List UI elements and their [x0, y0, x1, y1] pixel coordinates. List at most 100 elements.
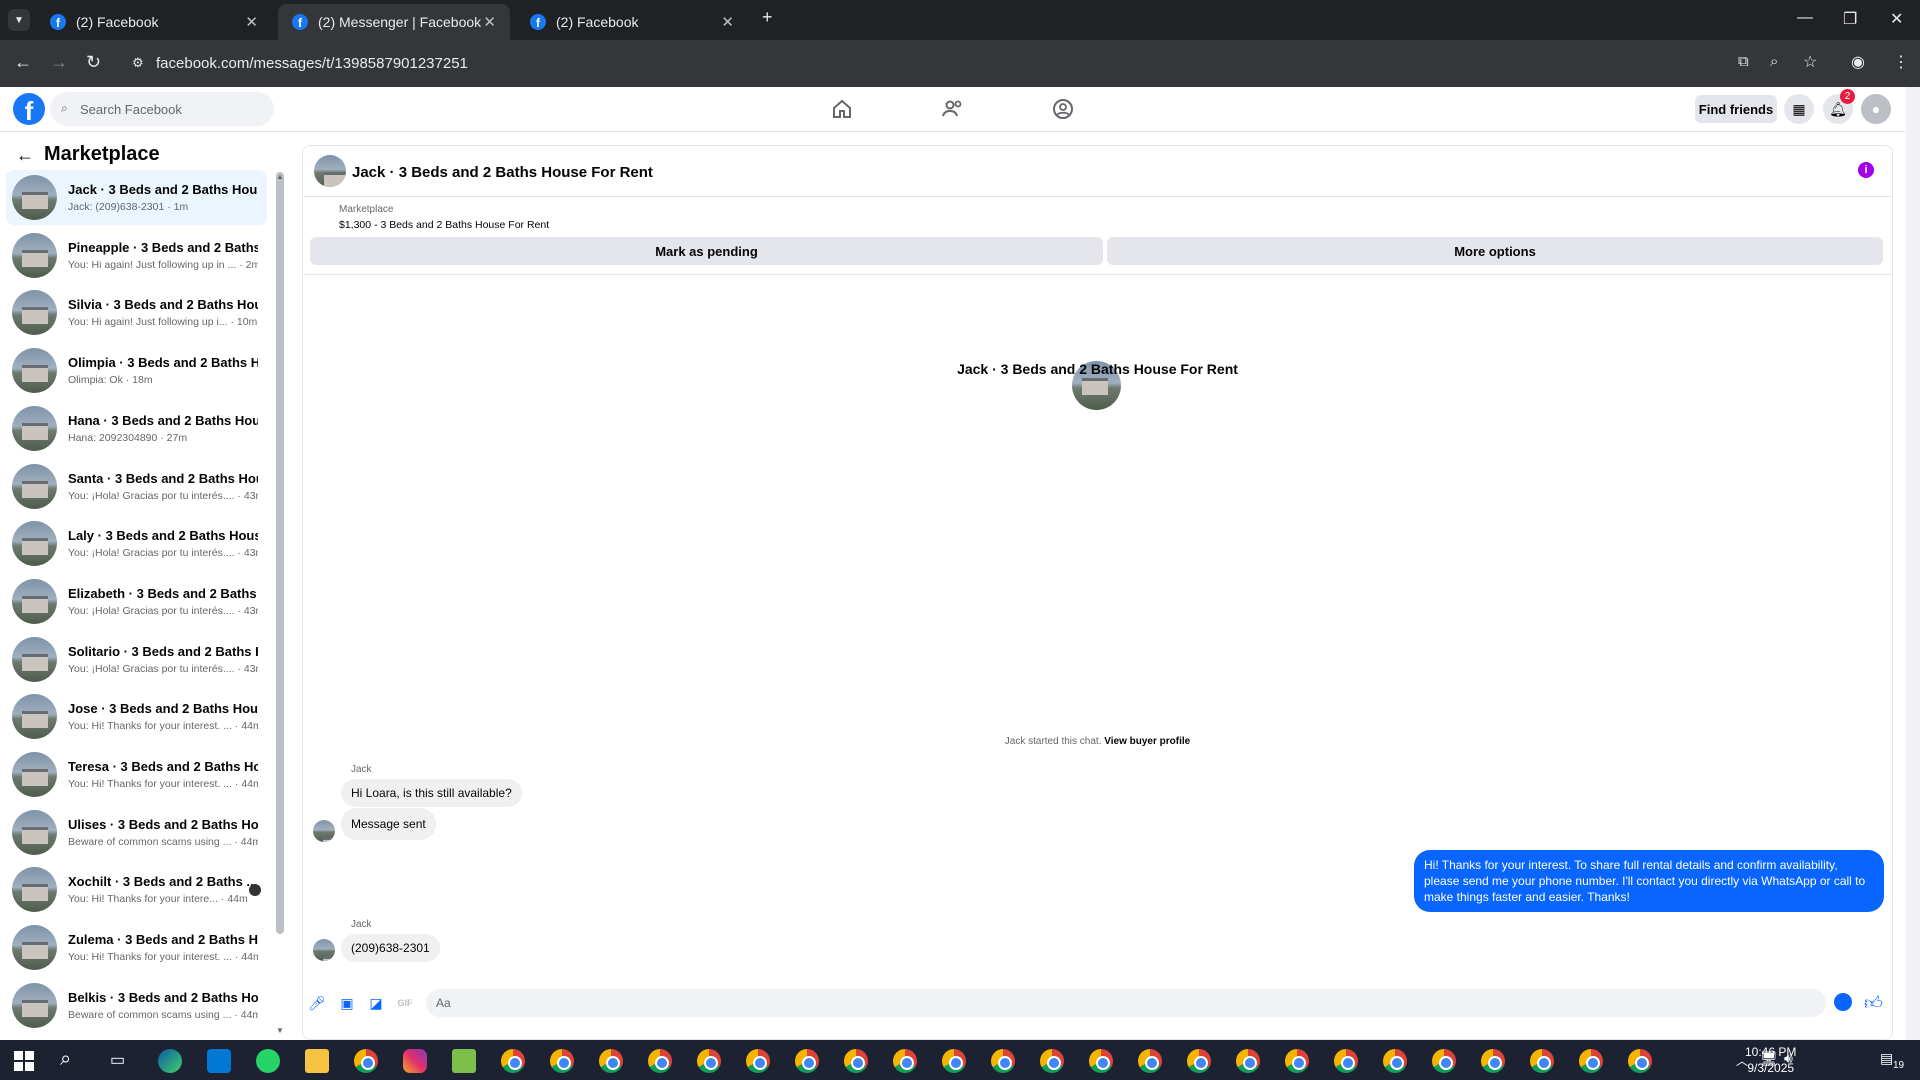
- search-input[interactable]: ⌕ Search Facebook: [50, 92, 274, 126]
- close-tab-icon[interactable]: ✕: [721, 13, 734, 31]
- conversation-item[interactable]: Xochilt · 3 Beds and 2 Baths ... You: Hi!…: [6, 862, 267, 917]
- bookmark-star-icon[interactable]: ☆: [1803, 52, 1817, 72]
- tab-messenger[interactable]: f (2) Messenger | Facebook ✕: [278, 4, 510, 40]
- sender-avatar[interactable]: [313, 820, 335, 842]
- outgoing-message[interactable]: Hi! Thanks for your interest. To share f…: [1414, 850, 1884, 912]
- forward-icon[interactable]: →: [50, 52, 68, 73]
- minimize-window-icon[interactable]: —: [1797, 9, 1813, 27]
- profile-icon[interactable]: ◉: [1851, 52, 1865, 72]
- chrome-profile-icon[interactable]: [1285, 1049, 1309, 1073]
- chrome-profile-icon[interactable]: [746, 1049, 770, 1073]
- chrome-profile-icon[interactable]: [795, 1049, 819, 1073]
- conversation-item[interactable]: Hana · 3 Beds and 2 Baths Hous... Hana: 2…: [6, 401, 267, 456]
- facebook-logo[interactable]: f: [13, 93, 45, 125]
- find-friends-button[interactable]: Find friends: [1695, 95, 1777, 123]
- chrome-profile-icon[interactable]: [550, 1049, 574, 1073]
- chrome-profile-icon[interactable]: [844, 1049, 868, 1073]
- tab-search-icon[interactable]: ▼: [8, 9, 30, 31]
- install-app-icon[interactable]: ⧉: [1738, 53, 1749, 70]
- conversation-scrollbar[interactable]: [276, 172, 284, 934]
- conversation-item[interactable]: Jack · 3 Beds and 2 Baths House... Jack: …: [6, 170, 267, 225]
- menu-grid-icon[interactable]: ▦: [1784, 94, 1814, 124]
- info-icon[interactable]: i: [1858, 162, 1874, 178]
- chrome-profile-icon[interactable]: [1383, 1049, 1407, 1073]
- chrome-profile-icon[interactable]: [942, 1049, 966, 1073]
- chrome-profile-icon[interactable]: [1628, 1049, 1652, 1073]
- site-info-icon[interactable]: ⚙: [132, 55, 144, 71]
- taskbar-clock[interactable]: 10:46 PM 9/3/2025: [1745, 1044, 1796, 1076]
- chrome-icon[interactable]: [354, 1049, 378, 1073]
- conversation-item[interactable]: Teresa · 3 Beds and 2 Baths Hou... You: H…: [6, 747, 267, 802]
- chrome-profile-icon[interactable]: [1530, 1049, 1554, 1073]
- conversation-item[interactable]: Solitario · 3 Beds and 2 Baths H... You: …: [6, 632, 267, 687]
- emoji-icon[interactable]: [1834, 993, 1852, 1011]
- listing-avatar[interactable]: [314, 155, 346, 187]
- chrome-profile-icon[interactable]: [599, 1049, 623, 1073]
- conversation-item[interactable]: Santa · 3 Beds and 2 Baths Hou... You: ¡H…: [6, 459, 267, 514]
- new-tab-icon[interactable]: +: [762, 7, 773, 28]
- message-input[interactable]: Aa: [426, 989, 1826, 1017]
- chrome-profile-icon[interactable]: [1481, 1049, 1505, 1073]
- browser-menu-icon[interactable]: ⋮: [1893, 52, 1909, 72]
- sender-avatar[interactable]: [313, 939, 335, 961]
- mark-as-pending-button[interactable]: Mark as pending: [310, 237, 1103, 265]
- more-options-button[interactable]: More options: [1107, 237, 1883, 265]
- conversation-item[interactable]: Ulises · 3 Beds and 2 Baths Hou... Beware…: [6, 805, 267, 860]
- view-buyer-profile-link[interactable]: View buyer profile: [1104, 736, 1190, 747]
- chrome-profile-icon[interactable]: [1138, 1049, 1162, 1073]
- scroll-down-icon[interactable]: ▼: [276, 1026, 284, 1035]
- chrome-profile-icon[interactable]: [1236, 1049, 1260, 1073]
- chrome-profile-icon[interactable]: [697, 1049, 721, 1073]
- chrome-profile-icon[interactable]: [1187, 1049, 1211, 1073]
- notepad-icon[interactable]: [452, 1049, 476, 1073]
- conversation-item[interactable]: Elizabeth · 3 Beds and 2 Baths ... You: ¡…: [6, 574, 267, 629]
- back-icon[interactable]: ←: [14, 52, 32, 73]
- close-tab-icon[interactable]: ✕: [483, 13, 496, 31]
- close-tab-icon[interactable]: ✕: [245, 13, 258, 31]
- sticker-icon[interactable]: ◪: [367, 994, 385, 1012]
- back-arrow-icon[interactable]: ←: [16, 145, 34, 166]
- chrome-profile-icon[interactable]: [991, 1049, 1015, 1073]
- home-icon[interactable]: [829, 97, 855, 121]
- chat-title[interactable]: Jack · 3 Beds and 2 Baths House For Rent: [352, 164, 653, 181]
- chrome-profile-icon[interactable]: [893, 1049, 917, 1073]
- chrome-profile-icon[interactable]: [1432, 1049, 1456, 1073]
- notification-center-icon[interactable]: ▤: [1880, 1050, 1893, 1067]
- close-window-icon[interactable]: ✕: [1890, 9, 1903, 29]
- microphone-icon[interactable]: 🎤︎: [308, 994, 326, 1012]
- groups-icon[interactable]: [1050, 97, 1076, 121]
- instagram-icon[interactable]: [403, 1049, 427, 1073]
- friends-icon[interactable]: [940, 97, 966, 121]
- chrome-profile-icon[interactable]: [1040, 1049, 1064, 1073]
- page-scrollbar[interactable]: [1906, 87, 1920, 1040]
- scroll-up-icon[interactable]: ▲: [276, 172, 284, 181]
- store-icon[interactable]: [207, 1049, 231, 1073]
- listing-price[interactable]: $1,300 - 3 Beds and 2 Baths House For Re…: [339, 219, 549, 231]
- chrome-profile-icon[interactable]: [1089, 1049, 1113, 1073]
- conversation-item[interactable]: Pineapple · 3 Beds and 2 Baths ... You: H…: [6, 228, 267, 283]
- zoom-icon[interactable]: ⌕: [1770, 53, 1778, 70]
- url-field[interactable]: ⚙ facebook.com/messages/t/13985879012372…: [122, 46, 1782, 80]
- reload-icon[interactable]: ↻: [86, 52, 101, 73]
- restore-window-icon[interactable]: ❐: [1843, 9, 1857, 29]
- taskbar-search-icon[interactable]: ⌕: [60, 1048, 71, 1071]
- incoming-message[interactable]: (209)638-2301: [341, 934, 440, 962]
- thumbs-up-icon[interactable]: 👍︎: [1864, 992, 1883, 1014]
- whatsapp-icon[interactable]: [256, 1049, 280, 1073]
- conversation-item[interactable]: Jose · 3 Beds and 2 Baths Hous... You: Hi…: [6, 689, 267, 744]
- incoming-message[interactable]: Hi Loara, is this still available?: [341, 779, 522, 807]
- conversation-item[interactable]: Olimpia · 3 Beds and 2 Baths H... Olimpia…: [6, 343, 267, 398]
- windows-start-icon[interactable]: [14, 1051, 34, 1071]
- tab-facebook-1[interactable]: f (2) Facebook ✕: [36, 4, 272, 40]
- conversation-item[interactable]: Belkis · 3 Beds and 2 Baths Hou... Beware…: [6, 978, 267, 1033]
- chrome-profile-icon[interactable]: [648, 1049, 672, 1073]
- chrome-profile-icon[interactable]: [1579, 1049, 1603, 1073]
- task-view-icon[interactable]: ▭: [110, 1050, 125, 1070]
- conversation-item[interactable]: Silvia · 3 Beds and 2 Baths Hous... You: …: [6, 285, 267, 340]
- account-avatar[interactable]: ●: [1861, 94, 1891, 124]
- tab-facebook-2[interactable]: f (2) Facebook ✕: [516, 4, 748, 40]
- chrome-profile-icon[interactable]: [501, 1049, 525, 1073]
- edge-icon[interactable]: [158, 1049, 182, 1073]
- file-explorer-icon[interactable]: [305, 1049, 329, 1073]
- chrome-profile-icon[interactable]: [1334, 1049, 1358, 1073]
